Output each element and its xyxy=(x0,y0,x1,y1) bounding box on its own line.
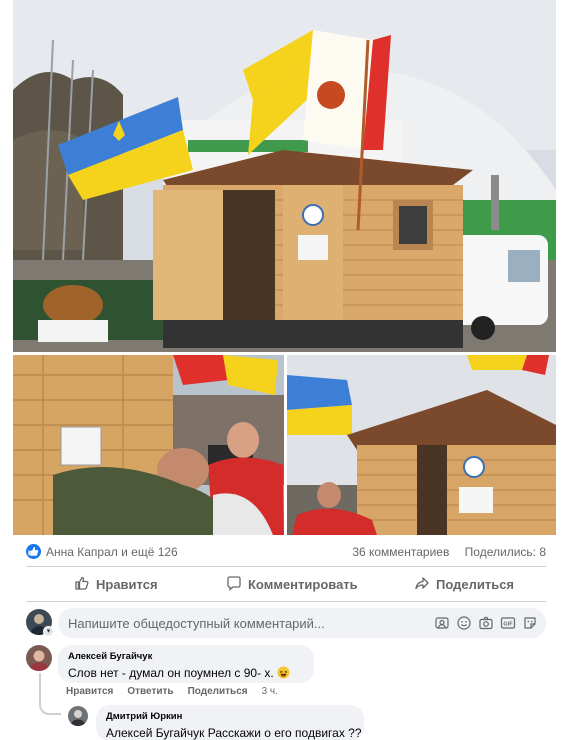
reply-thread-line xyxy=(39,673,61,715)
comment-input[interactable] xyxy=(68,608,428,638)
facebook-post: Анна Капрал и ещё 126 36 комментариев По… xyxy=(0,0,566,740)
divider xyxy=(26,601,546,602)
comments-count[interactable]: 36 комментариев xyxy=(352,545,449,559)
comment-timestamp[interactable]: 3 ч. xyxy=(262,686,278,697)
comment-author[interactable]: Дмитрий Юркин xyxy=(106,711,354,722)
comment-text: Алексей Бугайчук Расскажи о его подвигах… xyxy=(106,726,362,740)
chevron-down-icon[interactable]: ▾ xyxy=(43,626,54,637)
like-button[interactable]: Нравится xyxy=(74,570,158,598)
comment-reply-link[interactable]: Ответить xyxy=(127,686,173,697)
comment-text: Слов нет - думал он поумнел с 90- х. xyxy=(68,666,304,680)
comment-actions: Нравится Ответить Поделиться 3 ч. xyxy=(66,686,278,697)
post-photo-left[interactable] xyxy=(13,355,284,535)
post-photo-right[interactable] xyxy=(287,355,556,535)
like-label: Нравится xyxy=(96,576,158,592)
comment-like-link[interactable]: Нравится xyxy=(66,686,113,697)
reactions-summary[interactable]: Анна Капрал и ещё 126 xyxy=(46,545,178,559)
comment-text-content: Слов нет - думал он поумнел с 90- х. xyxy=(68,666,274,680)
avatar-sticker-icon[interactable] xyxy=(434,615,450,631)
post-action-bar: Нравится Комментировать Поделиться xyxy=(26,570,546,598)
share-icon xyxy=(414,575,430,594)
emoji-icon[interactable] xyxy=(456,615,472,631)
reply-comment: Дмитрий Юркин Алексей Бугайчук Расскажи … xyxy=(68,705,368,740)
comment-button[interactable]: Комментировать xyxy=(226,570,358,598)
share-button[interactable]: Поделиться xyxy=(414,570,514,598)
gif-icon[interactable]: GIF xyxy=(500,615,516,631)
composer-tools: GIF xyxy=(434,615,538,631)
comment-bubble: Алексей Бугайчук Слов нет - думал он поу… xyxy=(58,645,314,683)
svg-text:GIF: GIF xyxy=(503,622,513,628)
comment-bubble: Дмитрий Юркин Алексей Бугайчук Расскажи … xyxy=(96,705,364,740)
comment-share-link[interactable]: Поделиться xyxy=(188,686,248,697)
comment-input-box: GIF xyxy=(58,608,546,638)
divider xyxy=(26,566,546,567)
comment: Алексей Бугайчук Слов нет - думал он поу… xyxy=(26,645,326,705)
comment-label: Комментировать xyxy=(248,576,358,592)
thumbs-up-icon xyxy=(74,575,90,594)
post-photo-main[interactable] xyxy=(13,0,556,352)
camera-icon[interactable] xyxy=(478,615,494,631)
like-icon[interactable] xyxy=(26,544,41,559)
sticker-icon[interactable] xyxy=(522,615,538,631)
comment-author[interactable]: Алексей Бугайчук xyxy=(68,651,304,662)
commenter-avatar[interactable] xyxy=(68,706,88,726)
laughing-emoji-icon xyxy=(277,666,290,679)
comment-composer: ▾ GIF xyxy=(26,608,546,638)
comment-icon xyxy=(226,575,242,594)
post-counts: 36 комментариев Поделились: 8 xyxy=(352,545,546,559)
share-label: Поделиться xyxy=(436,576,515,592)
commenter-avatar[interactable] xyxy=(26,645,52,671)
post-stats: Анна Капрал и ещё 126 36 комментариев По… xyxy=(26,540,546,562)
shares-count[interactable]: Поделились: 8 xyxy=(465,545,546,559)
